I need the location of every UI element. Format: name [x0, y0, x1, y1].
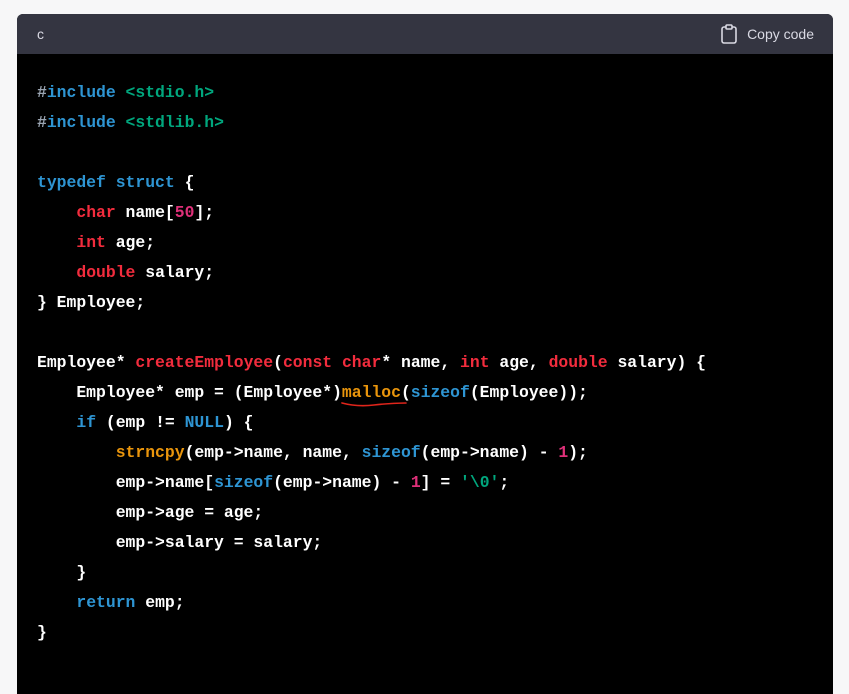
code-token: salary; [135, 263, 215, 282]
code-line: Employee* createEmployee(const char* nam… [37, 348, 833, 378]
code-token: emp->name[ [37, 473, 215, 492]
code-token: return [76, 593, 136, 612]
code-token: ( [400, 383, 411, 402]
code-token: Employee* emp = (Employee*) [37, 383, 342, 402]
code-line: strncpy(emp->name, name, sizeof(emp->nam… [37, 438, 833, 468]
copy-code-button[interactable]: Copy code [720, 24, 814, 44]
code-token: 1 [558, 443, 569, 462]
code-line: #include <stdio.h> [37, 78, 833, 108]
code-token: char [76, 203, 116, 222]
code-token: 50 [174, 203, 195, 222]
code-token: include [46, 83, 116, 102]
code-line: } [37, 558, 833, 588]
code-token: 1 [410, 473, 421, 492]
code-token: include [46, 113, 116, 132]
error-squiggle-underline [341, 402, 407, 407]
code-line: emp->name[sizeof(emp->name) - 1] = '\0'; [37, 468, 833, 498]
code-token: if [76, 413, 97, 432]
code-token: createEmployee [135, 353, 274, 372]
code-token: emp->salary = salary; [37, 533, 323, 552]
clipboard-icon [720, 24, 738, 44]
code-line: int age; [37, 228, 833, 258]
language-label: c [37, 26, 44, 42]
code-token: { [174, 173, 195, 192]
code-block-header: c Copy code [17, 14, 833, 54]
code-line: typedef struct { [37, 168, 833, 198]
code-token: name[ [115, 203, 175, 222]
code-line: #include <stdlib.h> [37, 108, 833, 138]
code-block: c Copy code #include <stdio.h> #include <… [17, 14, 833, 694]
code-token: # [37, 83, 47, 102]
code-token: } [37, 623, 47, 642]
code-line: Employee* emp = (Employee*)malloc (sizeof… [37, 378, 833, 408]
code-token: NULL [184, 413, 224, 432]
code-line: if (emp != NULL) { [37, 408, 833, 438]
code-token: double [548, 353, 608, 372]
code-token: age, [489, 353, 549, 372]
code-token: } [37, 563, 87, 582]
code-token: '\0' [460, 473, 500, 492]
code-token: sizeof [214, 473, 274, 492]
code-token: const [282, 353, 333, 372]
code-token: emp->age = age; [37, 503, 264, 522]
code-token: strncpy [115, 443, 185, 462]
code-token: <stdio.h> [125, 83, 215, 102]
code-token: (emp->name) - [273, 473, 411, 492]
code-token: # [37, 113, 47, 132]
code-token: int [460, 353, 490, 372]
code-token: (emp->name, name, [184, 443, 362, 462]
code-token: sizeof [410, 383, 470, 402]
code-token: salary) { [607, 353, 706, 372]
code-token: malloc [341, 383, 401, 402]
code-token: (emp != [96, 413, 185, 432]
code-line: emp->salary = salary; [37, 528, 833, 558]
code-token: ; [499, 473, 510, 492]
code-token: (emp->name) - [420, 443, 559, 462]
code-content[interactable]: #include <stdio.h> #include <stdlib.h> ty… [17, 54, 833, 648]
code-token: ]; [194, 203, 215, 222]
code-token: typedef [37, 173, 106, 192]
code-line: } Employee; [37, 288, 833, 318]
code-token: int [76, 233, 106, 252]
error-highlight: malloc [341, 378, 407, 408]
copy-code-label: Copy code [747, 26, 814, 42]
code-line: char name[50]; [37, 198, 833, 228]
code-token: ( [273, 353, 283, 372]
code-line: return emp; [37, 588, 833, 618]
code-token: ); [568, 443, 588, 462]
code-token: ) { [223, 413, 254, 432]
code-token: Employee* [37, 353, 136, 372]
code-token: struct [115, 173, 175, 192]
code-line: double salary; [37, 258, 833, 288]
code-line: emp->age = age; [37, 498, 833, 528]
code-token: (Employee)); [469, 383, 588, 402]
code-token: ] = [420, 473, 461, 492]
code-token: <stdlib.h> [125, 113, 224, 132]
code-line: } [37, 618, 833, 648]
code-token: char [341, 353, 382, 372]
code-token: emp; [135, 593, 185, 612]
code-token: } Employee; [37, 293, 146, 312]
code-token: * name, [381, 353, 461, 372]
code-token: sizeof [361, 443, 421, 462]
code-token: age; [105, 233, 156, 252]
code-token: double [76, 263, 136, 282]
